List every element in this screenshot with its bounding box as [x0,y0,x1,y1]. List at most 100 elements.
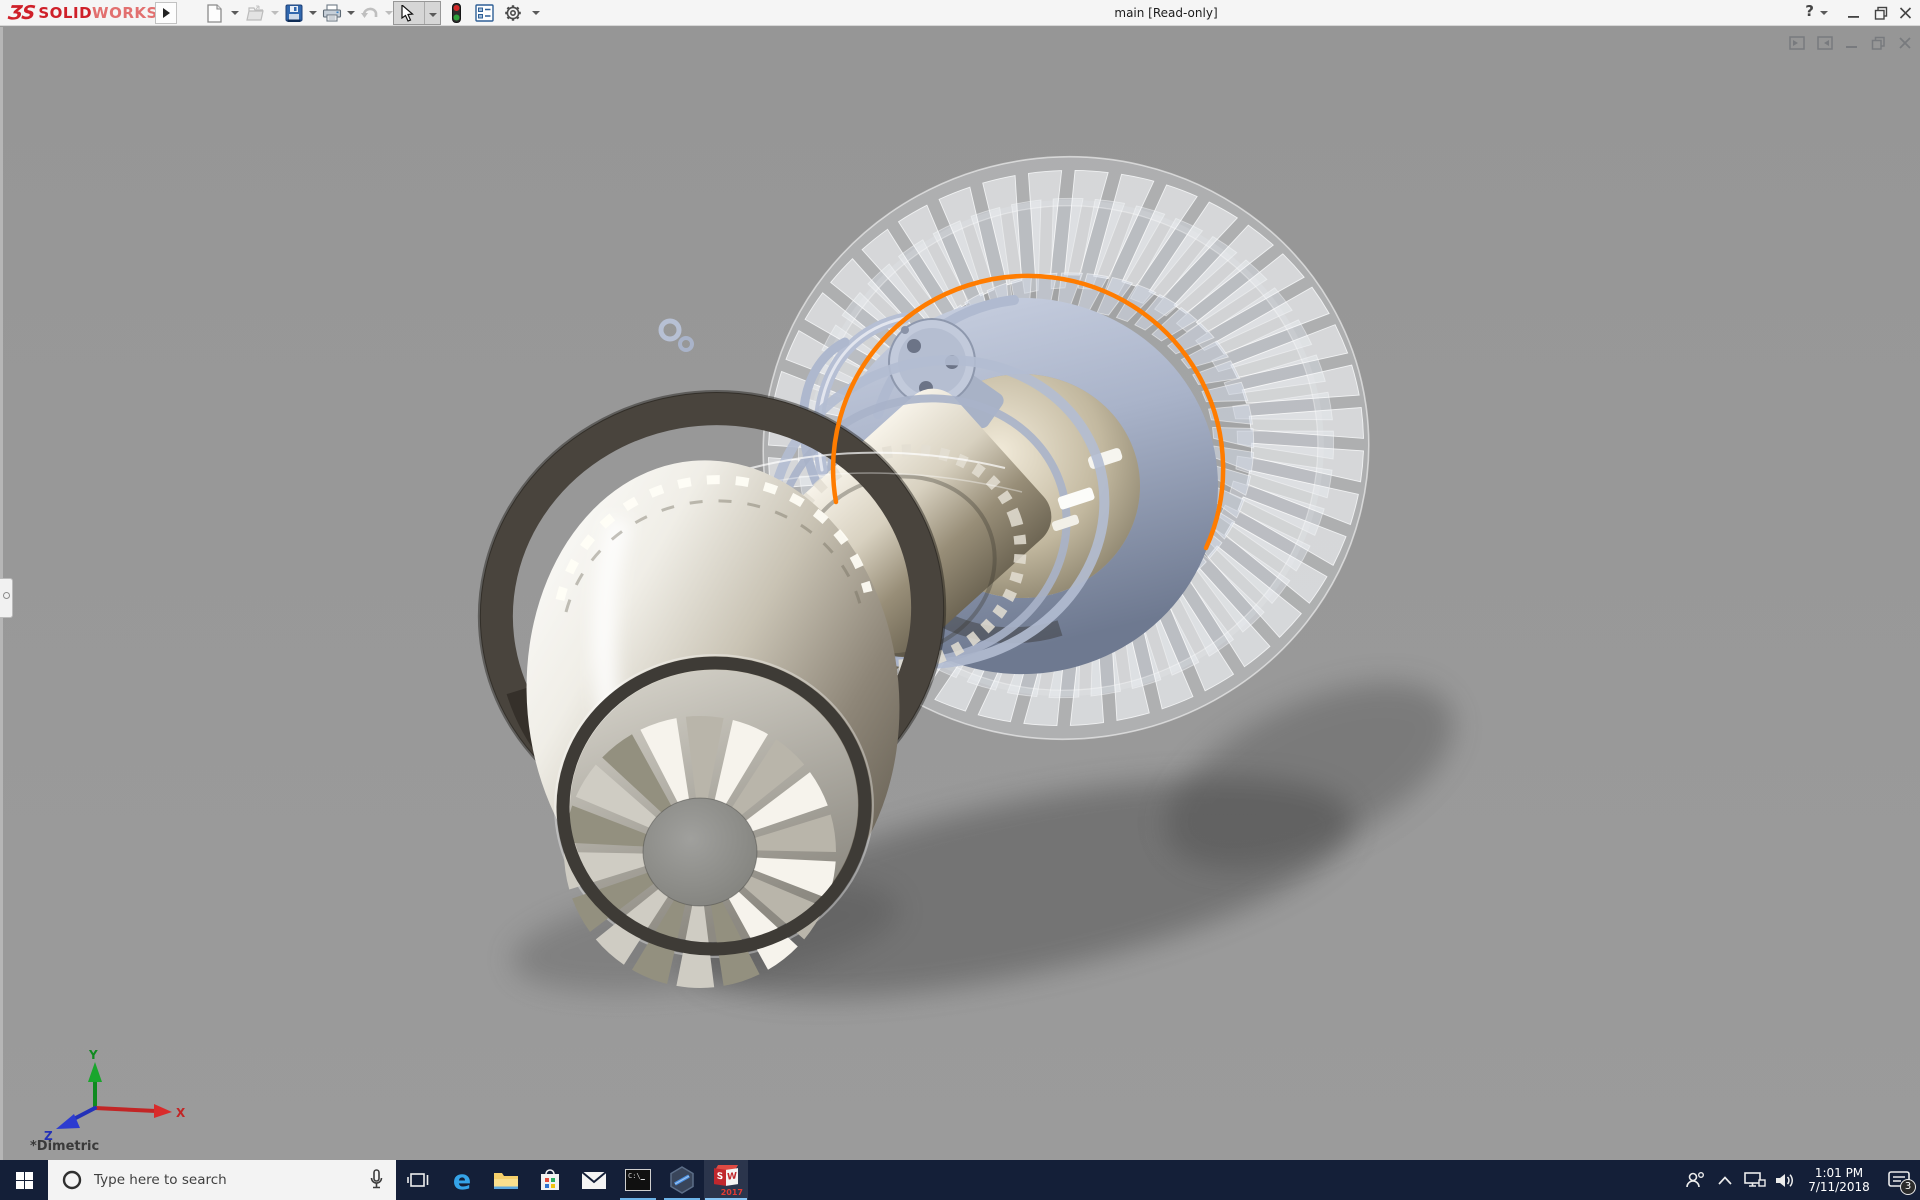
network-button[interactable] [1740,1160,1770,1200]
restore-button[interactable] [1874,5,1888,24]
hexagon-app-icon [670,1166,694,1194]
speaker-icon [1776,1173,1793,1187]
select-caret[interactable] [429,13,437,17]
barrel-rings [766,355,1110,672]
mail-icon [581,1170,607,1189]
selected-edge-highlight[interactable] [830,273,1226,551]
doc-minimize-icon[interactable] [1845,36,1859,50]
close-icon [1899,7,1912,19]
action-center-button[interactable]: 3 [1878,1160,1920,1200]
pane-right-icon[interactable] [1817,36,1833,50]
titlebar: ƷS SOLID WORKS main [Read-only] ? [0,0,1920,26]
cortana-icon [62,1170,82,1190]
command-prompt-icon: C:\_ [625,1169,651,1191]
search-input[interactable]: Type here to search [48,1160,396,1200]
doc-restore-icon[interactable] [1871,36,1886,50]
taskbar-mail-button[interactable] [572,1160,616,1200]
status-light-button[interactable] [445,3,467,23]
fan-hub [825,297,1218,675]
expand-arrow-icon [162,8,170,18]
logo-text-works: WORKS [92,4,158,22]
logo-text-solid: SOLID [38,4,93,22]
search-placeholder: Type here to search [94,1172,227,1188]
nozzle-chrome-shell [526,460,900,936]
select-caret-divider [424,2,425,24]
open-caret [271,11,279,15]
print-button[interactable] [321,3,343,23]
pane-left-icon[interactable] [1789,36,1805,50]
taskbar-file-explorer-button[interactable] [484,1160,528,1200]
restore-icon [1874,6,1888,20]
windows-taskbar: Type here to search e C:\_ S W 2017 1:01… [0,1160,1920,1200]
fan-section [762,155,1370,741]
task-view-icon [407,1173,429,1187]
undo-caret [385,11,393,15]
save-button[interactable] [283,3,305,23]
new-document-icon [206,3,222,23]
taskbar-hexagon-app-button[interactable] [660,1160,704,1200]
panel-collapse-tab[interactable] [0,578,13,618]
network-icon [1744,1172,1766,1187]
accessory-gearbox [888,318,1004,429]
select-tool-button[interactable] [393,1,441,25]
select-cursor-icon [401,5,414,22]
undo-button [359,3,381,23]
taskbar-clock[interactable]: 1:01 PM 7/11/2018 [1804,1166,1874,1194]
feature-list-button[interactable] [473,3,495,23]
help-button[interactable]: ? [1805,2,1814,20]
open-folder-icon [246,4,264,21]
print-icon [322,4,342,22]
graphics-viewport[interactable]: Y X Z *Dimetric [0,27,1920,1160]
view-orientation-label: *Dimetric [30,1139,100,1154]
save-icon [285,4,303,22]
taskbar-edge-button[interactable]: e [440,1160,484,1200]
undo-icon [361,7,378,18]
help-caret[interactable] [1820,11,1828,15]
options-gear-icon [505,5,521,21]
clock-date: 7/11/2018 [1808,1180,1870,1194]
drop-shadow [511,682,1454,998]
triad-x-label: X [176,1106,186,1120]
save-caret[interactable] [309,11,317,15]
document-window-controls [1789,36,1912,50]
volume-button[interactable] [1770,1160,1800,1200]
doc-close-icon[interactable] [1898,36,1912,50]
close-button[interactable] [1899,5,1912,24]
nozzle-outer-ring [477,390,1023,847]
triad-y-label: Y [88,1048,98,1062]
new-document-caret[interactable] [231,11,239,15]
new-document-button[interactable] [203,3,225,23]
solidworks-2017-icon: S W 2017 [713,1165,743,1197]
taskbar-store-button[interactable] [528,1160,572,1200]
people-button[interactable] [1680,1160,1710,1200]
ds-logo-icon: ƷS [6,2,36,24]
clock-time: 1:01 PM [1814,1166,1864,1180]
taskbar-cmd-button[interactable]: C:\_ [616,1160,660,1200]
status-light-icon [451,3,461,23]
hub-plumbing [658,295,1019,487]
minimize-button[interactable] [1847,5,1860,24]
menu-expand-button[interactable] [155,2,177,24]
inlet-assembly [554,653,874,989]
window-title: main [Read-only] [1114,6,1218,20]
options-caret[interactable] [532,11,540,15]
feature-list-icon [474,4,494,22]
start-button[interactable] [0,1160,48,1200]
options-gear-button[interactable] [502,3,524,23]
file-explorer-icon [494,1172,518,1189]
windows-logo-icon [15,1171,33,1189]
print-caret[interactable] [347,11,355,15]
people-icon [1686,1172,1704,1188]
jet-engine-model: Y X Z [44,155,1454,1143]
chevron-up-icon [1718,1175,1732,1185]
system-tray: 1:01 PM 7/11/2018 3 [1680,1160,1920,1200]
store-icon [541,1169,559,1190]
edge-icon: e [452,1164,472,1196]
orientation-triad: Y X Z [44,1048,186,1143]
tray-overflow-button[interactable] [1710,1160,1740,1200]
panel-tab-handle-icon [3,592,10,599]
taskbar-solidworks-button[interactable]: S W 2017 [704,1160,748,1200]
microphone-icon[interactable] [369,1169,384,1191]
task-view-button[interactable] [396,1160,440,1200]
notification-count-badge: 3 [1900,1179,1916,1195]
